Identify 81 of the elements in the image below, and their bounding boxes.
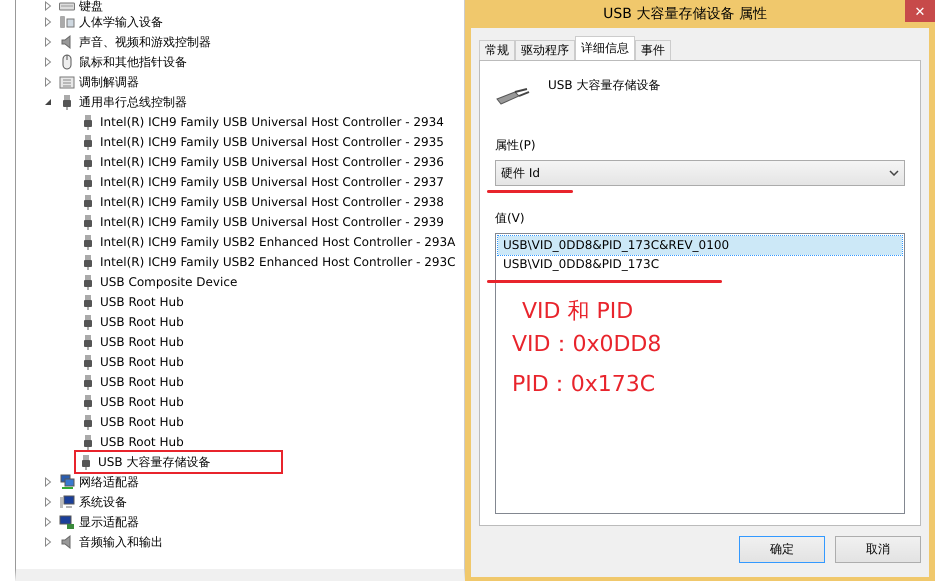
tree-item[interactable]: USB Root Hub	[80, 332, 464, 352]
tree-item[interactable]: 网络适配器	[44, 472, 464, 492]
tree-item[interactable]: 调制解调器	[44, 72, 464, 92]
network-icon	[59, 474, 75, 490]
device-label: Intel(R) ICH9 Family USB2 Enhanced Host Controller - 293A	[100, 235, 456, 249]
list-item[interactable]: USB\VID_0DD8&PID_173C&REV_0100	[498, 236, 902, 255]
tree-item[interactable]: 人体学输入设备	[44, 12, 464, 32]
usb-plug-icon	[495, 87, 531, 107]
window-title: USB 大容量存储设备 属性	[602, 5, 768, 23]
list-item[interactable]: USB\VID_0DD8&PID_173C	[498, 255, 902, 274]
tree-item[interactable]: 显示适配器	[44, 512, 464, 532]
tree-item[interactable]: USB Composite Device	[80, 272, 464, 292]
device-label: Intel(R) ICH9 Family USB Universal Host Controller - 2937	[100, 175, 444, 189]
category-label: 系统设备	[79, 494, 127, 510]
input-device-icon	[59, 14, 75, 30]
expand-arrow-icon[interactable]	[44, 97, 52, 107]
tree-item[interactable]: 系统设备	[44, 492, 464, 512]
tree-item[interactable]: USB Root Hub	[80, 292, 464, 312]
property-label: 属性(P)	[495, 137, 537, 154]
tab[interactable]: 事件	[635, 40, 671, 60]
device-label: USB Root Hub	[100, 355, 184, 369]
device-label: USB Root Hub	[100, 415, 184, 429]
computer-icon	[59, 494, 75, 510]
device-label: Intel(R) ICH9 Family USB Universal Host Controller - 2936	[100, 155, 444, 169]
tree-item[interactable]: 键盘	[44, 0, 464, 12]
tree-item[interactable]: USB 大容量存储设备	[76, 452, 281, 472]
device-label: Intel(R) ICH9 Family USB Universal Host Controller - 2939	[100, 215, 444, 229]
tree-item[interactable]: 音频输入和输出	[44, 532, 464, 552]
category-label: 鼠标和其他指针设备	[79, 54, 187, 70]
annotation-text: VID：0x0DD8	[512, 331, 662, 359]
dialog-button[interactable]: 取消	[835, 536, 921, 563]
tree-item[interactable]: Intel(R) ICH9 Family USB Universal Host Controller - 2934	[80, 112, 464, 132]
tree-item[interactable]: USB Root Hub	[80, 352, 464, 372]
tree-item[interactable]: USB Root Hub	[80, 392, 464, 412]
tree-item[interactable]: 鼠标和其他指针设备	[44, 52, 464, 72]
device-label: USB Root Hub	[100, 295, 184, 309]
tab[interactable]: 常规	[479, 40, 515, 60]
tab[interactable]: 驱动程序	[515, 40, 575, 60]
monitor-icon	[59, 514, 75, 530]
tree-item[interactable]: 声音、视频和游戏控制器	[44, 32, 464, 52]
close-button[interactable]: ✕	[905, 0, 935, 22]
caret-icon	[889, 170, 899, 176]
value-label: 值(V)	[495, 210, 526, 227]
tree-item[interactable]: Intel(R) ICH9 Family USB Universal Host Controller - 2938	[80, 192, 464, 212]
device-label: USB Root Hub	[100, 315, 184, 329]
device-label: USB Root Hub	[100, 395, 184, 409]
device-label: Intel(R) ICH9 Family USB Universal Host Controller - 2934	[100, 115, 444, 129]
device-label: USB 大容量存储设备	[98, 454, 210, 470]
device-label: Intel(R) ICH9 Family USB Universal Host Controller - 2935	[100, 135, 444, 149]
tree-item[interactable]: Intel(R) ICH9 Family USB Universal Host Controller - 2935	[80, 132, 464, 152]
tree-item[interactable]: USB Root Hub	[80, 372, 464, 392]
device-label: USB Root Hub	[100, 335, 184, 349]
tree-item[interactable]: USB Root Hub	[80, 412, 464, 432]
category-label: 音频输入和输出	[79, 534, 163, 550]
tab[interactable]: 详细信息	[575, 36, 635, 60]
tree-item[interactable]: Intel(R) ICH9 Family USB Universal Host Controller - 2937	[80, 172, 464, 192]
device-label: USB Root Hub	[100, 375, 184, 389]
category-label: 显示适配器	[79, 514, 139, 530]
tree-item[interactable]: Intel(R) ICH9 Family USB2 Enhanced Host Controller - 293C	[80, 252, 464, 272]
category-label: 通用串行总线控制器	[79, 94, 187, 110]
tree-item[interactable]: 通用串行总线控制器	[44, 92, 464, 112]
category-label: 调制解调器	[79, 74, 139, 90]
category-label: 网络适配器	[79, 474, 139, 490]
tree-item[interactable]: Intel(R) ICH9 Family USB Universal Host Controller - 2939	[80, 212, 464, 232]
tree-item[interactable]: Intel(R) ICH9 Family USB Universal Host Controller - 2936	[80, 152, 464, 172]
annotation-text: PID：0x173C	[512, 371, 656, 399]
device-name: USB 大容量存储设备	[548, 77, 660, 94]
tree-item[interactable]: USB Root Hub	[80, 432, 464, 452]
annotation-text: VID 和 PID	[521, 298, 634, 326]
device-label: USB Root Hub	[100, 435, 184, 449]
device-label: USB Composite Device	[100, 275, 238, 289]
category-label: 声音、视频和游戏控制器	[79, 34, 211, 50]
property-dropdown[interactable]: 硬件 Id	[495, 160, 905, 186]
category-label: 人体学输入设备	[79, 14, 163, 30]
modem-icon	[59, 74, 75, 90]
tree-item[interactable]: Intel(R) ICH9 Family USB2 Enhanced Host Controller - 293A	[80, 232, 464, 252]
tree-item[interactable]: USB Root Hub	[80, 312, 464, 332]
device-label: Intel(R) ICH9 Family USB2 Enhanced Host Controller - 293C	[100, 255, 456, 269]
category-label: 键盘	[79, 0, 103, 14]
dialog-button[interactable]: 确定	[739, 536, 825, 563]
device-label: Intel(R) ICH9 Family USB Universal Host Controller - 2938	[100, 195, 444, 209]
